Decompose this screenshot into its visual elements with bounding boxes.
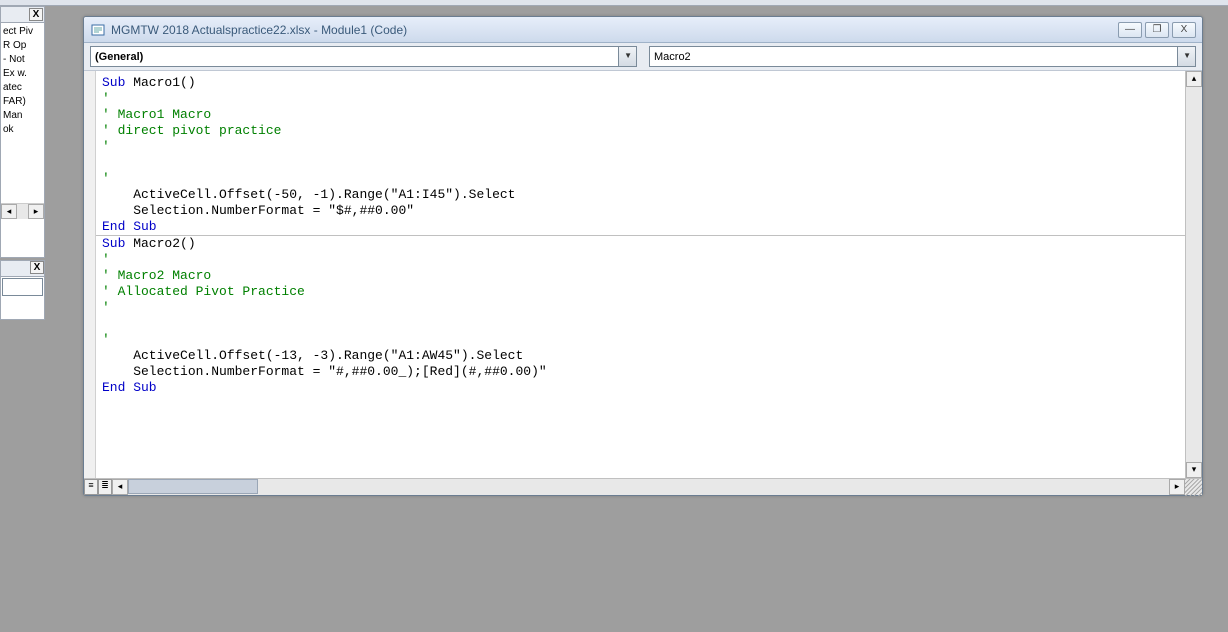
project-item[interactable]: R Op xyxy=(1,39,44,53)
module-code-window: MGMTW 2018 Actualspractice22.xlsx - Modu… xyxy=(83,16,1203,496)
project-item[interactable]: ect Piv xyxy=(1,25,44,39)
object-dropdown[interactable]: (General) xyxy=(90,46,637,67)
scroll-left-button[interactable]: ◂ xyxy=(112,479,128,495)
procedure-separator xyxy=(96,235,1185,236)
minimize-button[interactable]: — xyxy=(1118,22,1142,38)
maximize-button[interactable]: ❐ xyxy=(1145,22,1169,38)
scroll-up-button[interactable]: ▴ xyxy=(1186,71,1202,87)
module-icon xyxy=(90,22,106,38)
code-window-titlebar[interactable]: MGMTW 2018 Actualspractice22.xlsx - Modu… xyxy=(84,17,1202,43)
code-body: Sub Macro1() ' ' Macro1 Macro ' direct p… xyxy=(84,71,1202,478)
scroll-right-button[interactable]: ▸ xyxy=(28,204,44,219)
object-dropdown-value: (General) xyxy=(95,51,143,63)
procedure-dropdown-value: Macro2 xyxy=(654,51,691,63)
project-h-scrollbar[interactable]: ◂ ▸ xyxy=(1,203,44,219)
resize-grip[interactable] xyxy=(1185,479,1202,496)
properties-object-dropdown[interactable] xyxy=(2,278,43,296)
project-explorer-pane: X ect Piv R Op - Not Ex w. atec FAR) Man… xyxy=(0,6,45,258)
scroll-down-button[interactable]: ▾ xyxy=(1186,462,1202,478)
project-item[interactable]: atec xyxy=(1,81,44,95)
procedure-view-button[interactable]: ≡ xyxy=(84,479,98,495)
code-bottom-row: ≡ ≣ ◂ ▸ xyxy=(84,478,1202,495)
properties-pane: X xyxy=(0,260,45,320)
properties-header: X xyxy=(1,261,44,277)
scroll-left-button[interactable]: ◂ xyxy=(1,204,17,219)
code-window-title: MGMTW 2018 Actualspractice22.xlsx - Modu… xyxy=(111,23,1118,37)
project-tree[interactable]: ect Piv R Op - Not Ex w. atec FAR) Man o… xyxy=(1,23,44,203)
project-close-button[interactable]: X xyxy=(29,8,43,21)
code-margin xyxy=(84,71,96,478)
project-item[interactable]: - Not xyxy=(1,53,44,67)
code-editor[interactable]: Sub Macro1() ' ' Macro1 Macro ' direct p… xyxy=(96,71,1185,478)
close-button[interactable]: X xyxy=(1172,22,1196,38)
mdi-client-area: MGMTW 2018 Actualspractice22.xlsx - Modu… xyxy=(48,6,1228,632)
code-dropdown-row: (General) Macro2 xyxy=(84,43,1202,71)
project-item[interactable]: ok xyxy=(1,123,44,137)
project-item[interactable]: Man xyxy=(1,109,44,123)
project-pane-header: X xyxy=(1,7,44,23)
scroll-right-button[interactable]: ▸ xyxy=(1169,479,1185,495)
properties-close-button[interactable]: X xyxy=(30,261,44,274)
h-scroll-thumb[interactable] xyxy=(128,479,258,494)
project-item[interactable]: FAR) xyxy=(1,95,44,109)
vertical-scrollbar[interactable]: ▴ ▾ xyxy=(1185,71,1202,478)
horizontal-scrollbar[interactable]: ◂ ▸ xyxy=(112,479,1185,495)
project-item[interactable]: Ex w. xyxy=(1,67,44,81)
full-module-view-button[interactable]: ≣ xyxy=(98,479,112,495)
window-control-buttons: — ❐ X xyxy=(1118,22,1196,38)
view-mode-toggles: ≡ ≣ xyxy=(84,479,112,495)
procedure-dropdown[interactable]: Macro2 xyxy=(649,46,1196,67)
